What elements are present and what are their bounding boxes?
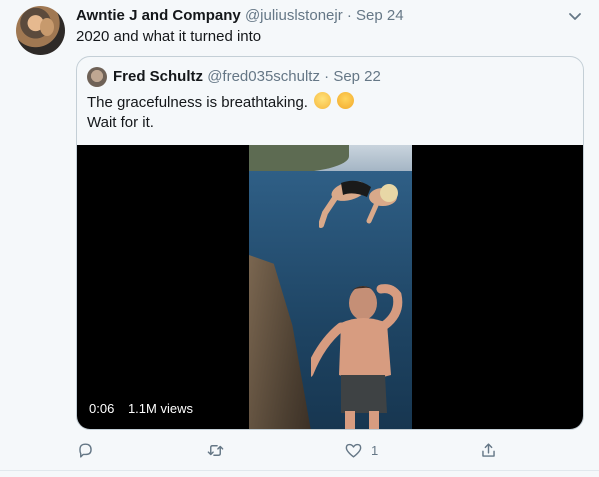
share-button[interactable] [479, 438, 498, 462]
quoted-tweet-text: The gracefulness is breathtaking. Wait f… [87, 92, 355, 133]
header-separator: · [346, 7, 352, 24]
video-duration: 0:06 [89, 401, 115, 416]
tweet-divider [0, 470, 599, 471]
quoted-text-line1: The gracefulness is breathtaking. [87, 94, 308, 111]
man-figure [311, 284, 403, 429]
crying-emoji-icon [337, 92, 355, 109]
quoted-text-line2: Wait for it. [87, 114, 154, 131]
smirk-emoji-icon [314, 92, 332, 109]
video-player[interactable]: 0:06 1.1M views [77, 145, 583, 429]
like-count: 1 [371, 442, 379, 458]
reply-icon [79, 442, 92, 458]
heart-icon [345, 443, 362, 458]
share-icon [482, 442, 495, 457]
chevron-down-icon[interactable] [565, 6, 585, 26]
retweet-icon [207, 444, 224, 456]
quoted-author-name[interactable]: Fred Schultz [113, 68, 203, 85]
quoted-author-handle[interactable]: @fred035schultz [207, 68, 320, 85]
diver-figure [319, 180, 398, 228]
tweet-actions: 1 [76, 438, 506, 462]
video-views: 1.1M views [127, 401, 193, 416]
video-frame[interactable] [249, 145, 412, 429]
tweet-text: 2020 and what it turned into [76, 28, 262, 45]
retweet-button[interactable] [206, 438, 225, 462]
tweet-card[interactable]: Awntie J and Company @juliuslstonejr · S… [0, 0, 599, 477]
quoted-tweet-header: Fred Schultz @fred035schultz · Sep 22 [113, 68, 381, 85]
tweet-date[interactable]: Sep 24 [356, 7, 404, 24]
tweet-header: Awntie J and Company @juliuslstonejr · S… [76, 7, 404, 24]
like-button[interactable]: 1 [344, 438, 378, 462]
quoted-tweet[interactable]: Fred Schultz @fred035schultz · Sep 22 Th… [76, 56, 584, 430]
author-handle[interactable]: @juliuslstonejr [245, 7, 343, 24]
quoted-header-separator: · [324, 68, 330, 85]
author-name[interactable]: Awntie J and Company [76, 7, 241, 24]
quoted-tweet-date[interactable]: Sep 22 [333, 68, 381, 85]
reply-button[interactable] [76, 438, 95, 462]
quoted-author-avatar[interactable] [87, 67, 107, 87]
author-avatar[interactable] [16, 6, 65, 55]
video-overlay: 0:06 1.1M views [89, 401, 203, 416]
